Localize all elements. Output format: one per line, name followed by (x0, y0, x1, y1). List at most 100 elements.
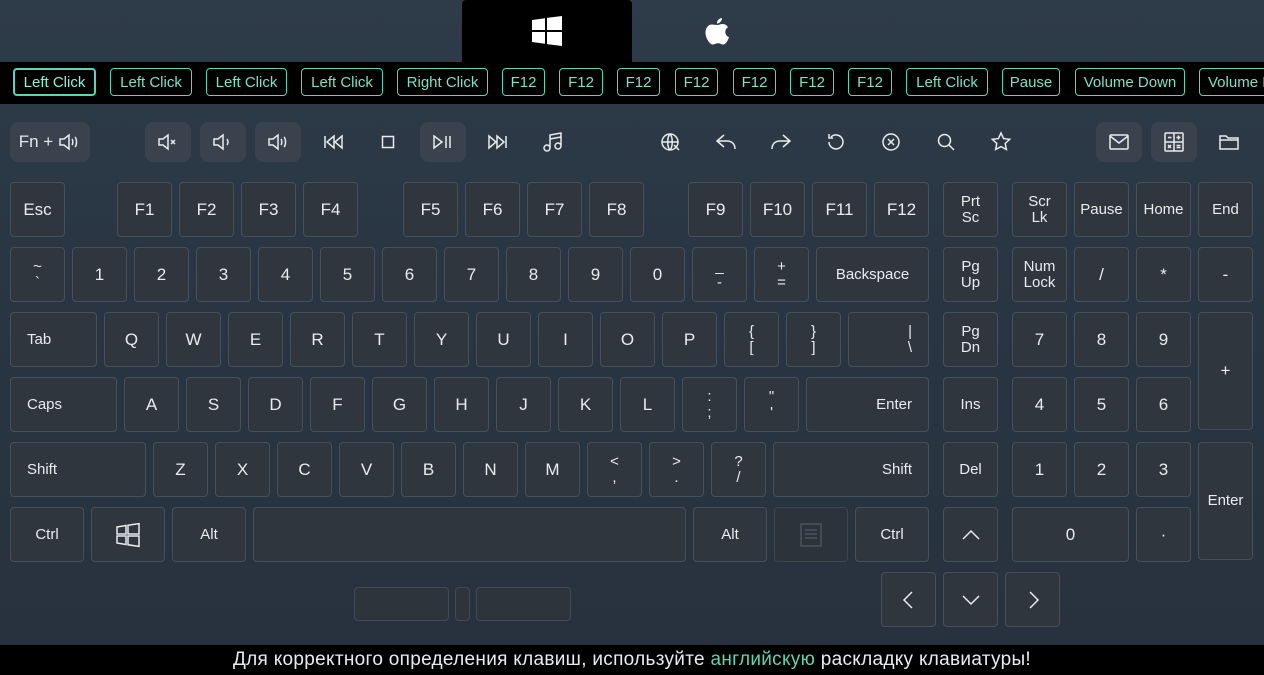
key-f3[interactable]: F3 (241, 182, 296, 237)
play-pause-button[interactable] (420, 122, 466, 162)
key-home[interactable]: Home (1136, 182, 1191, 237)
fn-volume-button[interactable]: Fn + (10, 122, 90, 162)
key-p[interactable]: P (662, 312, 717, 367)
key-numpad-7[interactable]: 7 (1012, 312, 1067, 367)
key-b[interactable]: B (401, 442, 456, 497)
key-left-alt[interactable]: Alt (172, 507, 246, 562)
key-d[interactable]: D (248, 377, 303, 432)
key-numpad-divide[interactable]: / (1074, 247, 1129, 302)
mail-button[interactable] (1096, 122, 1142, 162)
browser-search-button[interactable] (923, 122, 969, 162)
key-f10[interactable]: F10 (750, 182, 805, 237)
key-j[interactable]: J (496, 377, 551, 432)
browser-forward-button[interactable] (758, 122, 804, 162)
key-semicolon[interactable]: :; (682, 377, 737, 432)
key-numpad-5[interactable]: 5 (1074, 377, 1129, 432)
key-i[interactable]: I (538, 312, 593, 367)
key-right-bracket[interactable]: }] (786, 312, 841, 367)
key-numpad-9[interactable]: 9 (1136, 312, 1191, 367)
key-0[interactable]: 0 (630, 247, 685, 302)
key-numpad-6[interactable]: 6 (1136, 377, 1191, 432)
key-left-ctrl[interactable]: Ctrl (10, 507, 84, 562)
key-t[interactable]: T (352, 312, 407, 367)
calculator-button[interactable] (1151, 122, 1197, 162)
key-z[interactable]: Z (153, 442, 208, 497)
key-f2[interactable]: F2 (179, 182, 234, 237)
key-numpad-1[interactable]: 1 (1012, 442, 1067, 497)
mute-button[interactable] (145, 122, 191, 162)
key-windows[interactable] (91, 507, 165, 562)
key-a[interactable]: A (124, 377, 179, 432)
volume-up-button[interactable] (255, 122, 301, 162)
key-f1[interactable]: F1 (117, 182, 172, 237)
key-space[interactable] (253, 507, 686, 562)
key-4[interactable]: 4 (258, 247, 313, 302)
key-left-shift[interactable]: Shift (10, 442, 146, 497)
key-numpad-3[interactable]: 3 (1136, 442, 1191, 497)
key-backspace[interactable]: Backspace (816, 247, 929, 302)
windows-tab[interactable] (462, 0, 632, 62)
key-numpad-add[interactable]: + (1198, 312, 1253, 430)
key-arrow-up[interactable] (943, 507, 998, 562)
key-caps-lock[interactable]: Caps (10, 377, 117, 432)
key-f6[interactable]: F6 (465, 182, 520, 237)
key-numpad-multiply[interactable]: * (1136, 247, 1191, 302)
key-h[interactable]: H (434, 377, 489, 432)
key-numpad-4[interactable]: 4 (1012, 377, 1067, 432)
key-r[interactable]: R (290, 312, 345, 367)
key-minus[interactable]: _ - (692, 247, 747, 302)
key-tab[interactable]: Tab (10, 312, 97, 367)
key-c[interactable]: C (277, 442, 332, 497)
key-f4[interactable]: F4 (303, 182, 358, 237)
key-g[interactable]: G (372, 377, 427, 432)
key-arrow-right[interactable] (1005, 572, 1060, 627)
key-scroll-lock[interactable]: Scr Lk (1012, 182, 1067, 237)
key-1[interactable]: 1 (72, 247, 127, 302)
browser-stop-button[interactable] (868, 122, 914, 162)
key-5[interactable]: 5 (320, 247, 375, 302)
key-y[interactable]: Y (414, 312, 469, 367)
key-n[interactable]: N (463, 442, 518, 497)
key-f11[interactable]: F11 (812, 182, 867, 237)
key-enter[interactable]: Enter (806, 377, 929, 432)
key-f5[interactable]: F5 (403, 182, 458, 237)
key-num-lock[interactable]: Num Lock (1012, 247, 1067, 302)
key-end[interactable]: End (1198, 182, 1253, 237)
key-3[interactable]: 3 (196, 247, 251, 302)
key-f8[interactable]: F8 (589, 182, 644, 237)
key-delete[interactable]: Del (943, 442, 998, 497)
key-s[interactable]: S (186, 377, 241, 432)
key-menu[interactable] (774, 507, 848, 562)
key-x[interactable]: X (215, 442, 270, 497)
key-print-screen[interactable]: Prt Sc (943, 182, 998, 237)
key-numpad-enter[interactable]: Enter (1198, 442, 1253, 560)
key-equals[interactable]: + = (754, 247, 809, 302)
key-f7[interactable]: F7 (527, 182, 582, 237)
key-8[interactable]: 8 (506, 247, 561, 302)
key-period[interactable]: >. (649, 442, 704, 497)
key-2[interactable]: 2 (134, 247, 189, 302)
key-v[interactable]: V (339, 442, 394, 497)
mouse-left-button[interactable] (354, 587, 449, 621)
key-numpad-subtract[interactable]: - (1198, 247, 1253, 302)
browser-refresh-button[interactable] (813, 122, 859, 162)
key-numpad-8[interactable]: 8 (1074, 312, 1129, 367)
key-f12[interactable]: F12 (874, 182, 929, 237)
key-esc[interactable]: Esc (10, 182, 65, 237)
browser-home-button[interactable] (648, 122, 694, 162)
mouse-right-button[interactable] (476, 587, 571, 621)
key-e[interactable]: E (228, 312, 283, 367)
key-quote[interactable]: " ' (744, 377, 799, 432)
file-explorer-button[interactable] (1206, 122, 1252, 162)
key-u[interactable]: U (476, 312, 531, 367)
key-right-alt[interactable]: Alt (693, 507, 767, 562)
key-f9[interactable]: F9 (688, 182, 743, 237)
key-o[interactable]: O (600, 312, 655, 367)
stop-button[interactable] (365, 122, 411, 162)
browser-back-button[interactable] (703, 122, 749, 162)
key-7[interactable]: 7 (444, 247, 499, 302)
key-comma[interactable]: <, (587, 442, 642, 497)
key-right-ctrl[interactable]: Ctrl (855, 507, 929, 562)
key-f[interactable]: F (310, 377, 365, 432)
mac-tab[interactable] (632, 0, 802, 62)
